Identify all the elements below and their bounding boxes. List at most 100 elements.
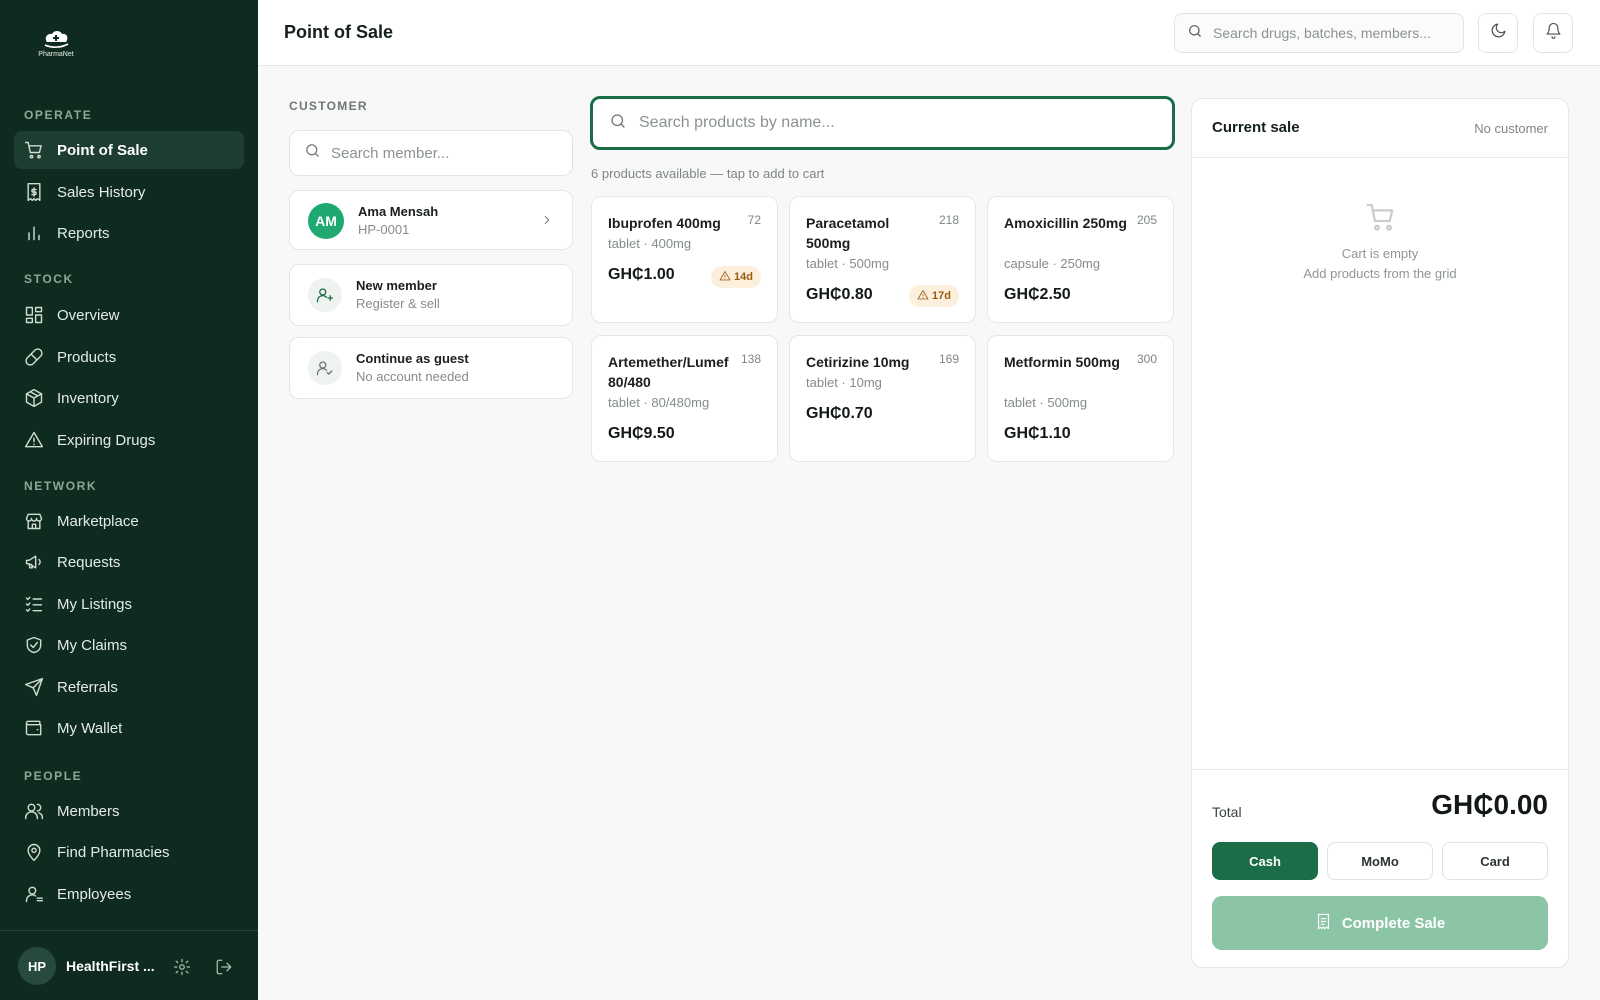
- cart-empty-subtitle: Add products from the grid: [1303, 266, 1457, 281]
- sidebar-item-label: Products: [57, 348, 117, 366]
- product-stock: 205: [1136, 213, 1157, 227]
- products-count-hint: 6 products available — tap to add to car…: [591, 166, 825, 181]
- receipt-icon: [24, 182, 44, 202]
- sidebar-item-find-pharmacies[interactable]: Find Pharmacies: [14, 833, 244, 871]
- sidebar-item-my-claims[interactable]: My Claims: [14, 626, 244, 664]
- sidebar-item-inventory[interactable]: Inventory: [14, 379, 244, 417]
- guest-subtitle: No account needed: [356, 369, 469, 384]
- sidebar-item-point-of-sale[interactable]: Point of Sale: [14, 131, 244, 169]
- notifications-button[interactable]: [1533, 13, 1573, 53]
- member-id: HP-0001: [358, 222, 410, 237]
- search-icon: [609, 112, 627, 135]
- sidebar-item-label: Members: [57, 802, 120, 820]
- grid-icon: [24, 305, 44, 325]
- product-name: Cetirizine 10mg: [806, 354, 910, 370]
- sidebar-item-overview[interactable]: Overview: [14, 296, 244, 334]
- product-name: Ibuprofen 400mg: [608, 215, 721, 231]
- pharmacy-avatar[interactable]: HP: [18, 947, 56, 985]
- global-search-input[interactable]: [1213, 25, 1453, 41]
- product-name: Paracetamol 500mg: [806, 215, 890, 251]
- product-card-ibuprofen[interactable]: Ibuprofen 400mg 72 tablet · 400mg GH₵1.0…: [591, 196, 778, 323]
- member-name: Ama Mensah: [358, 204, 439, 219]
- member-card-ama-mensah[interactable]: AM Ama Mensah HP-0001: [289, 190, 573, 250]
- search-icon: [1187, 23, 1203, 44]
- customer-section-label: CUSTOMER: [289, 99, 368, 113]
- theme-toggle-button[interactable]: [1478, 13, 1518, 53]
- product-search[interactable]: [590, 96, 1175, 150]
- sidebar-item-employees[interactable]: Employees: [14, 875, 244, 913]
- product-stock: 218: [938, 213, 959, 227]
- guest-title: Continue as guest: [356, 351, 469, 366]
- product-card-metformin[interactable]: Metformin 500mg 300 tablet · 500mg GH₵1.…: [987, 335, 1174, 462]
- product-form: tablet · 500mg: [806, 256, 890, 271]
- product-card-paracetamol[interactable]: Paracetamol 500mg 218 tablet · 500mg GH₵…: [789, 196, 976, 323]
- receipt-icon: [1315, 913, 1332, 934]
- chevron-right-icon: [540, 213, 554, 232]
- product-name: Amoxicillin 250mg: [1004, 215, 1127, 231]
- bell-icon: [1545, 22, 1562, 44]
- product-stock: 169: [938, 352, 959, 366]
- complete-sale-button[interactable]: Complete Sale: [1212, 896, 1548, 950]
- product-search-input[interactable]: [639, 114, 1139, 132]
- brand-logo[interactable]: PharmaNet: [34, 28, 78, 64]
- brand-name: PharmaNet: [38, 51, 74, 58]
- users-icon: [24, 801, 44, 821]
- sidebar-item-members[interactable]: Members: [14, 792, 244, 830]
- new-member-subtitle: Register & sell: [356, 296, 440, 311]
- product-price: GH₵9.50: [608, 425, 675, 442]
- pharmanet-logo-icon: [44, 31, 69, 48]
- product-card-cetirizine[interactable]: Cetirizine 10mg 169 tablet · 10mg GH₵0.7…: [789, 335, 976, 462]
- sidebar-item-label: Employees: [57, 885, 132, 903]
- guest-checkout-button[interactable]: Continue as guest No account needed: [289, 337, 573, 399]
- global-search[interactable]: [1174, 13, 1464, 53]
- member-search[interactable]: [289, 130, 573, 176]
- product-card-amoxicillin[interactable]: Amoxicillin 250mg 205 capsule · 250mg GH…: [987, 196, 1174, 323]
- sidebar-item-products[interactable]: Products: [14, 338, 244, 376]
- search-icon: [304, 142, 321, 164]
- expiry-badge: 17d: [909, 285, 959, 307]
- sidebar-item-marketplace[interactable]: Marketplace: [14, 502, 244, 540]
- pay-cash-button[interactable]: Cash: [1212, 842, 1318, 880]
- sidebar-item-requests[interactable]: Requests: [14, 543, 244, 581]
- divider: [1192, 769, 1568, 770]
- sidebar: PharmaNet OPERATE Point of Sale Sales Hi…: [0, 0, 258, 1000]
- section-operate: OPERATE: [24, 108, 93, 122]
- user-plus-icon: [308, 278, 342, 312]
- logout-icon[interactable]: [214, 957, 234, 977]
- pay-card-button[interactable]: Card: [1442, 842, 1548, 880]
- pay-momo-button[interactable]: MoMo: [1327, 842, 1433, 880]
- new-member-title: New member: [356, 278, 437, 293]
- user-check-icon: [308, 351, 342, 385]
- cart-panel: Current sale No customer Cart is empty A…: [1191, 98, 1569, 968]
- product-form: tablet · 500mg: [1004, 395, 1088, 410]
- top-header: Point of Sale: [258, 0, 1600, 66]
- sidebar-item-expiring-drugs[interactable]: Expiring Drugs: [14, 421, 244, 459]
- sidebar-item-label: Find Pharmacies: [57, 843, 170, 861]
- product-card-artemether-lumefantrine[interactable]: Artemether/Lumef 80/480 138 tablet · 80/…: [591, 335, 778, 462]
- sidebar-item-referrals[interactable]: Referrals: [14, 668, 244, 706]
- sidebar-item-my-wallet[interactable]: My Wallet: [14, 709, 244, 747]
- sidebar-item-label: Inventory: [57, 389, 119, 407]
- list-check-icon: [24, 594, 44, 614]
- megaphone-icon: [24, 552, 44, 572]
- store-icon: [24, 511, 44, 531]
- product-name-line2: 80/480: [608, 374, 651, 390]
- product-price: GH₵0.80: [806, 286, 873, 303]
- sidebar-item-label: My Claims: [57, 636, 127, 654]
- send-icon: [24, 677, 44, 697]
- new-member-button[interactable]: New member Register & sell: [289, 264, 573, 326]
- product-price: GH₵0.70: [806, 405, 873, 422]
- wallet-icon: [24, 718, 44, 738]
- sidebar-footer: HP HealthFirst ...: [0, 930, 258, 1000]
- sidebar-item-label: Referrals: [57, 678, 118, 696]
- warning-icon: [719, 270, 731, 285]
- sidebar-item-sales-history[interactable]: Sales History: [14, 173, 244, 211]
- sidebar-item-reports[interactable]: Reports: [14, 214, 244, 252]
- pharmacy-name[interactable]: HealthFirst ...: [66, 958, 155, 974]
- empty-cart-icon: [1364, 201, 1398, 238]
- cart-title: Current sale: [1212, 119, 1300, 136]
- settings-gear-icon[interactable]: [172, 957, 192, 977]
- sidebar-item-my-listings[interactable]: My Listings: [14, 585, 244, 623]
- member-search-input[interactable]: [331, 144, 551, 162]
- sidebar-item-label: My Listings: [57, 595, 133, 613]
